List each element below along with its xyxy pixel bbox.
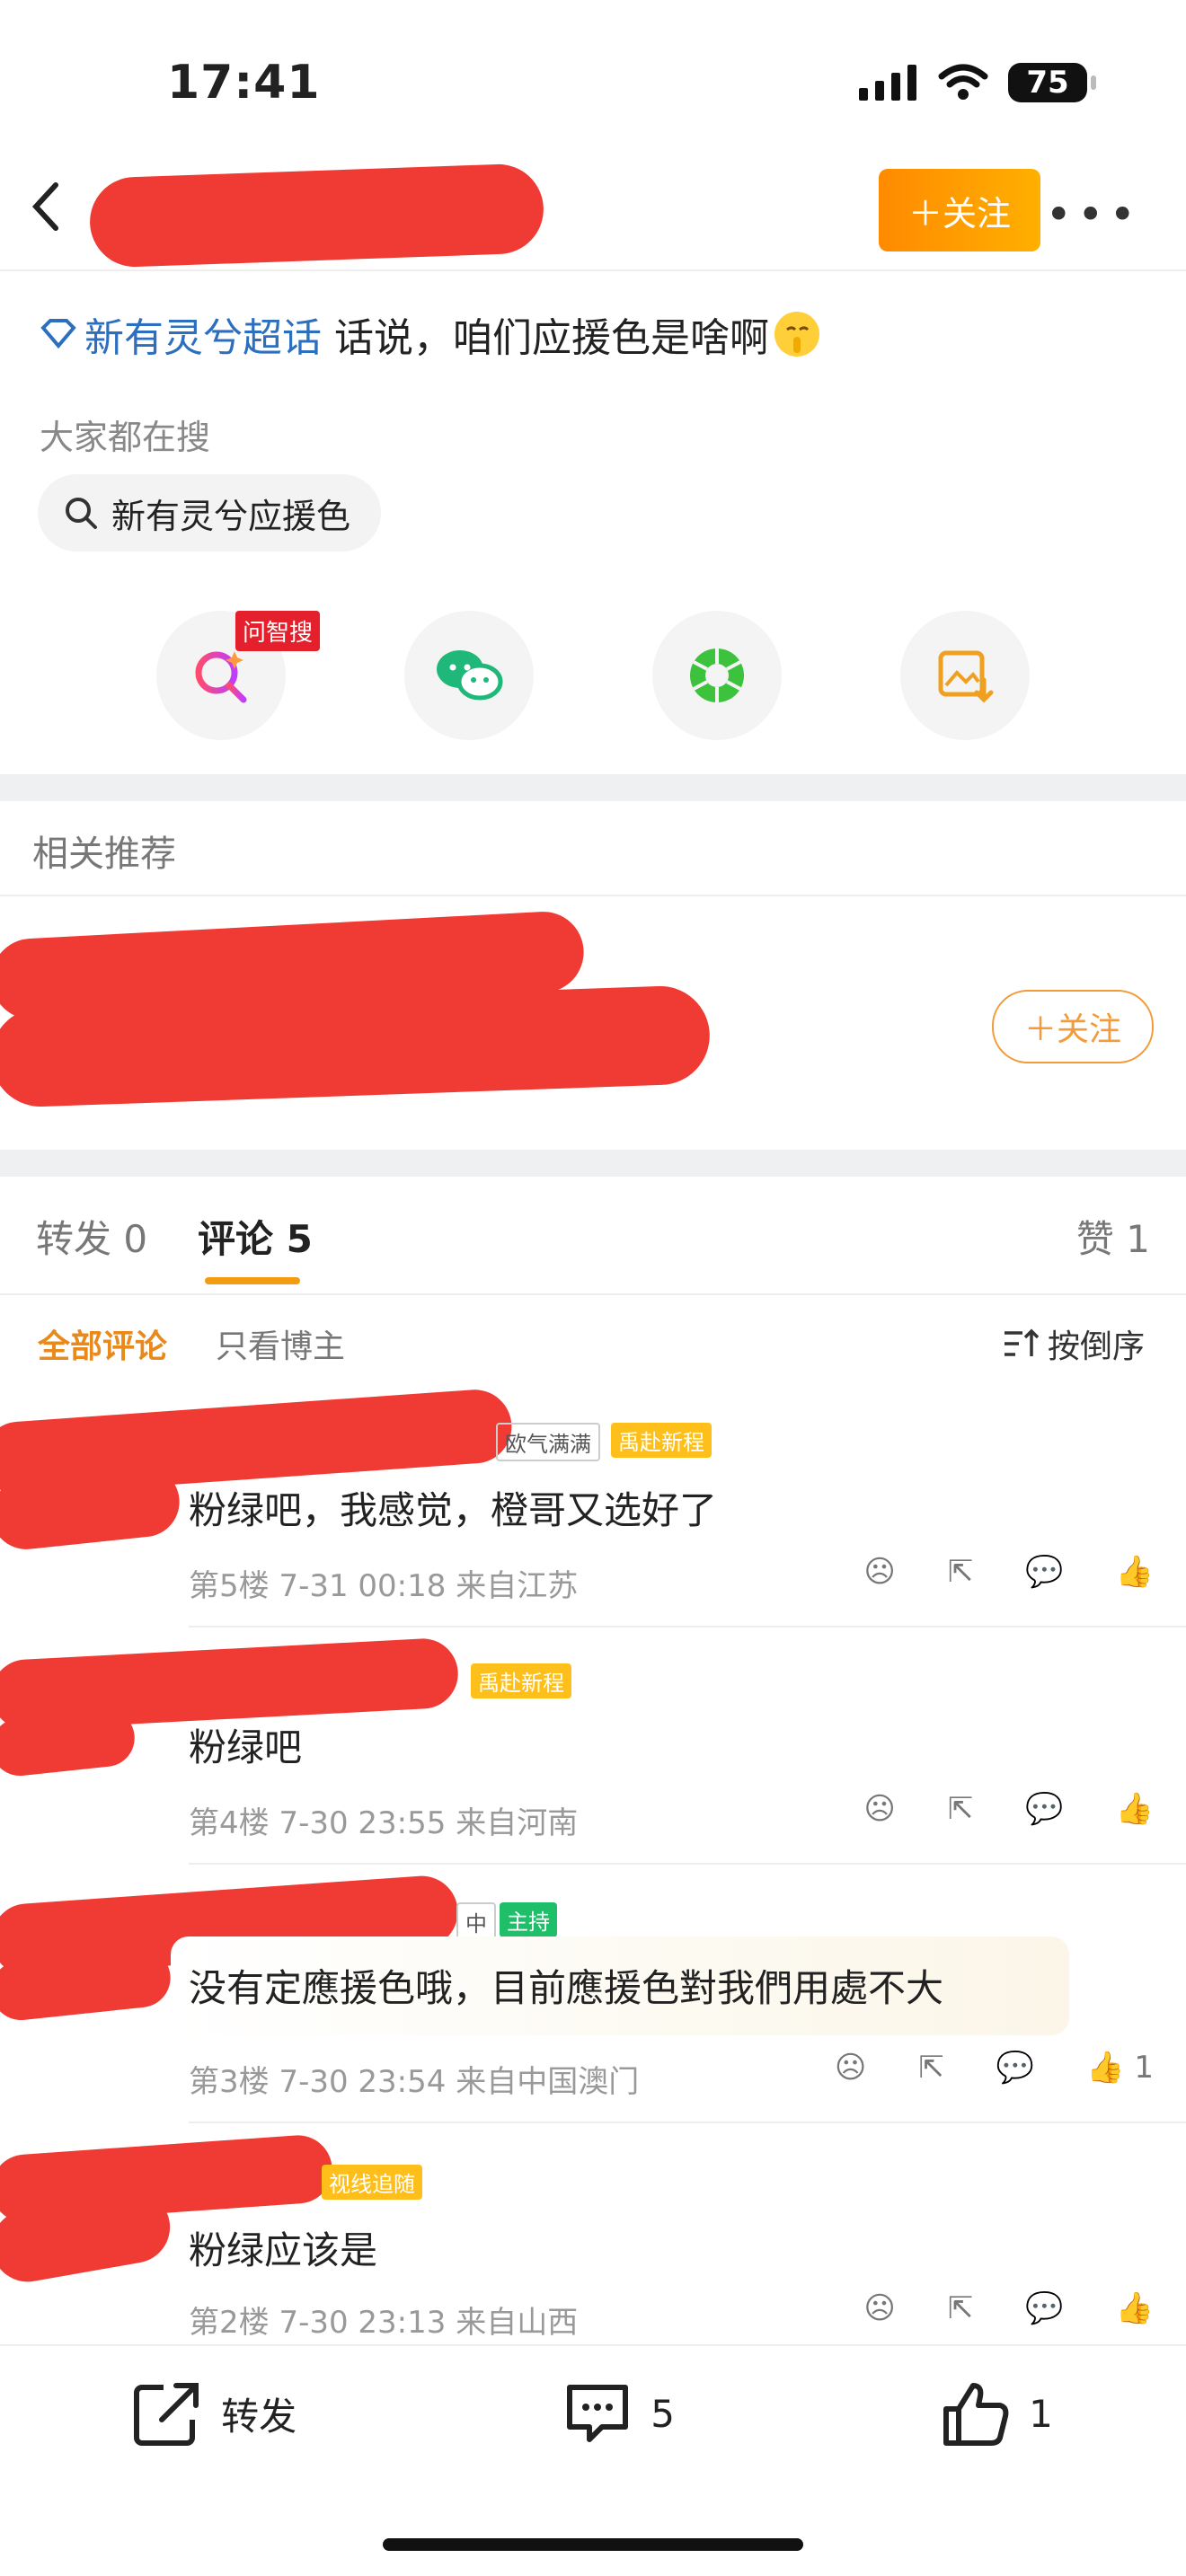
save-image-icon [938, 650, 994, 703]
dislike-icon[interactable]: ☹ [863, 1791, 895, 1827]
share-icon[interactable]: ⇱ [948, 1791, 974, 1827]
like-icon[interactable]: 👍 [1116, 1791, 1154, 1827]
tabs-bar [0, 1177, 1186, 1295]
reply-icon[interactable]: 💬 [996, 2050, 1034, 2086]
redacted-avatar [0, 1706, 137, 1779]
comment-actions: ☹ ⇱ 💬 👍 1 [835, 2050, 1154, 2086]
share-icon[interactable]: ⇱ [918, 2050, 944, 2086]
reply-icon[interactable]: 💬 [1025, 2290, 1063, 2326]
ai-search-icon [195, 651, 247, 703]
comment-meta: 第4楼 7-30 23:55 来自河南 [189, 1805, 579, 1841]
filter-all[interactable]: 全部评论 [38, 1320, 167, 1367]
follow-button[interactable]: ＋关注 [879, 169, 1040, 251]
comment-meta: 第2楼 7-30 23:13 来自山西 [189, 2305, 579, 2341]
like-icon[interactable]: 👍 [1116, 2290, 1154, 2326]
post-text: 话说，咱们应援色是啥啊 [334, 315, 769, 361]
comment-actions: ☹ ⇱ 💬 👍 [863, 2290, 1154, 2326]
active-tab-indicator [205, 1277, 300, 1284]
tab-repost[interactable]: 转发 0 [36, 1209, 147, 1264]
badge-tag: 视线追随 [322, 2165, 422, 2200]
hot-search-label: 大家都在搜 [40, 418, 211, 457]
dislike-icon[interactable]: ☹ [863, 2290, 895, 2326]
comment-icon [567, 2385, 629, 2442]
dislike-icon[interactable]: ☹ [863, 1554, 895, 1590]
section-divider [0, 774, 1186, 801]
hot-search-query: 新有灵兮应援色 [111, 496, 351, 536]
home-indicator[interactable] [383, 2538, 803, 2551]
tab-likes-count: 1 [1126, 1217, 1150, 1261]
comment-count: 5 [651, 2391, 675, 2436]
like-count: 1 [1029, 2391, 1053, 2436]
tab-comments[interactable]: 评论 5 [198, 1209, 313, 1264]
reply-icon[interactable]: 💬 [1025, 1791, 1063, 1827]
moments-icon [690, 648, 744, 702]
wechat-icon [437, 650, 503, 701]
tab-likes-label: 赞 [1075, 1217, 1114, 1261]
diamond-icon [40, 319, 76, 349]
like-button[interactable]: 1 [941, 2380, 1053, 2447]
wechat-share-button[interactable] [404, 611, 534, 740]
signal-icon [859, 65, 916, 101]
badge-tag: 中 [456, 1902, 496, 1941]
like-icon[interactable]: 👍 1 [1086, 2050, 1154, 2086]
related-title: 相关推荐 [32, 834, 176, 875]
comment-text: 粉绿吧，我感觉，橙哥又选好了 [189, 1488, 718, 1532]
comment-actions: ☹ ⇱ 💬 👍 [863, 1554, 1154, 1590]
filter-author-only[interactable]: 只看博主 [216, 1320, 345, 1367]
share-icon[interactable]: ⇱ [948, 1554, 974, 1590]
status-time: 17:41 [167, 56, 321, 110]
more-icon[interactable]: ••• [1046, 189, 1141, 241]
badge-tag: 禹赴新程 [611, 1423, 712, 1458]
shush-emoji-icon [774, 312, 819, 357]
related-follow-button[interactable]: ＋关注 [992, 990, 1154, 1063]
divider-line [189, 2122, 1186, 2123]
battery-icon: 75 [1008, 63, 1096, 102]
repost-icon [134, 2383, 199, 2446]
wifi-icon [938, 64, 988, 100]
sort-label: 按倒序 [1047, 1328, 1145, 1365]
tab-repost-label: 转发 [36, 1217, 112, 1261]
redacted-username [88, 163, 545, 269]
divider-line [0, 895, 1186, 896]
comment-text: 粉绿应该是 [189, 2228, 378, 2272]
sort-icon [1004, 1328, 1039, 1356]
moments-share-button[interactable] [652, 611, 782, 740]
divider-line [189, 1863, 1186, 1865]
comment-actions: ☹ ⇱ 💬 👍 [863, 1791, 1154, 1827]
repost-label: 转发 [221, 2394, 297, 2439]
post-body: 新有灵兮超话 话说，咱们应援色是啥啊 [40, 305, 821, 363]
like-icon[interactable]: 👍 [1116, 1554, 1154, 1590]
comment-text: 粉绿吧 [189, 1725, 303, 1769]
bottom-action-bar: 转发 5 1 [0, 2344, 1186, 2481]
section-divider [0, 1150, 1186, 1177]
comment-text: 没有定應援色哦，目前應援色對我們用處不大 [189, 1966, 944, 2010]
badge-tag: 主持 [500, 1902, 557, 1937]
thumbs-up-icon [943, 2383, 1009, 2446]
tab-comments-count: 5 [286, 1217, 313, 1261]
comment-button[interactable]: 5 [562, 2380, 675, 2447]
comment-meta: 第5楼 7-31 00:18 来自江苏 [189, 1568, 579, 1604]
ai-search-badge: 问智搜 [235, 611, 321, 651]
tab-likes[interactable]: 赞 1 [1076, 1209, 1150, 1264]
save-image-button[interactable] [900, 611, 1030, 740]
status-icons: 75 [859, 63, 1096, 102]
divider-line [189, 1626, 1186, 1628]
comment-meta: 第3楼 7-30 23:54 来自中国澳门 [189, 2064, 640, 2100]
search-icon [66, 498, 97, 529]
tab-repost-count: 0 [123, 1217, 148, 1261]
tab-comments-label: 评论 [198, 1217, 274, 1261]
share-icon[interactable]: ⇱ [948, 2290, 974, 2326]
badge-tag: 禹赴新程 [471, 1663, 571, 1698]
back-icon[interactable] [27, 180, 63, 234]
topic-link[interactable]: 新有灵兮超话 [84, 305, 322, 363]
reply-icon[interactable]: 💬 [1025, 1554, 1063, 1590]
hot-search-chip[interactable]: 新有灵兮应援色 [38, 474, 382, 551]
sort-button[interactable]: 按倒序 [1003, 1320, 1145, 1367]
comment-like-count: 1 [1134, 2050, 1154, 2086]
badge-tag: 欧气满满 [496, 1423, 600, 1461]
repost-button[interactable]: 转发 [133, 2380, 296, 2447]
dislike-icon[interactable]: ☹ [835, 2050, 866, 2086]
